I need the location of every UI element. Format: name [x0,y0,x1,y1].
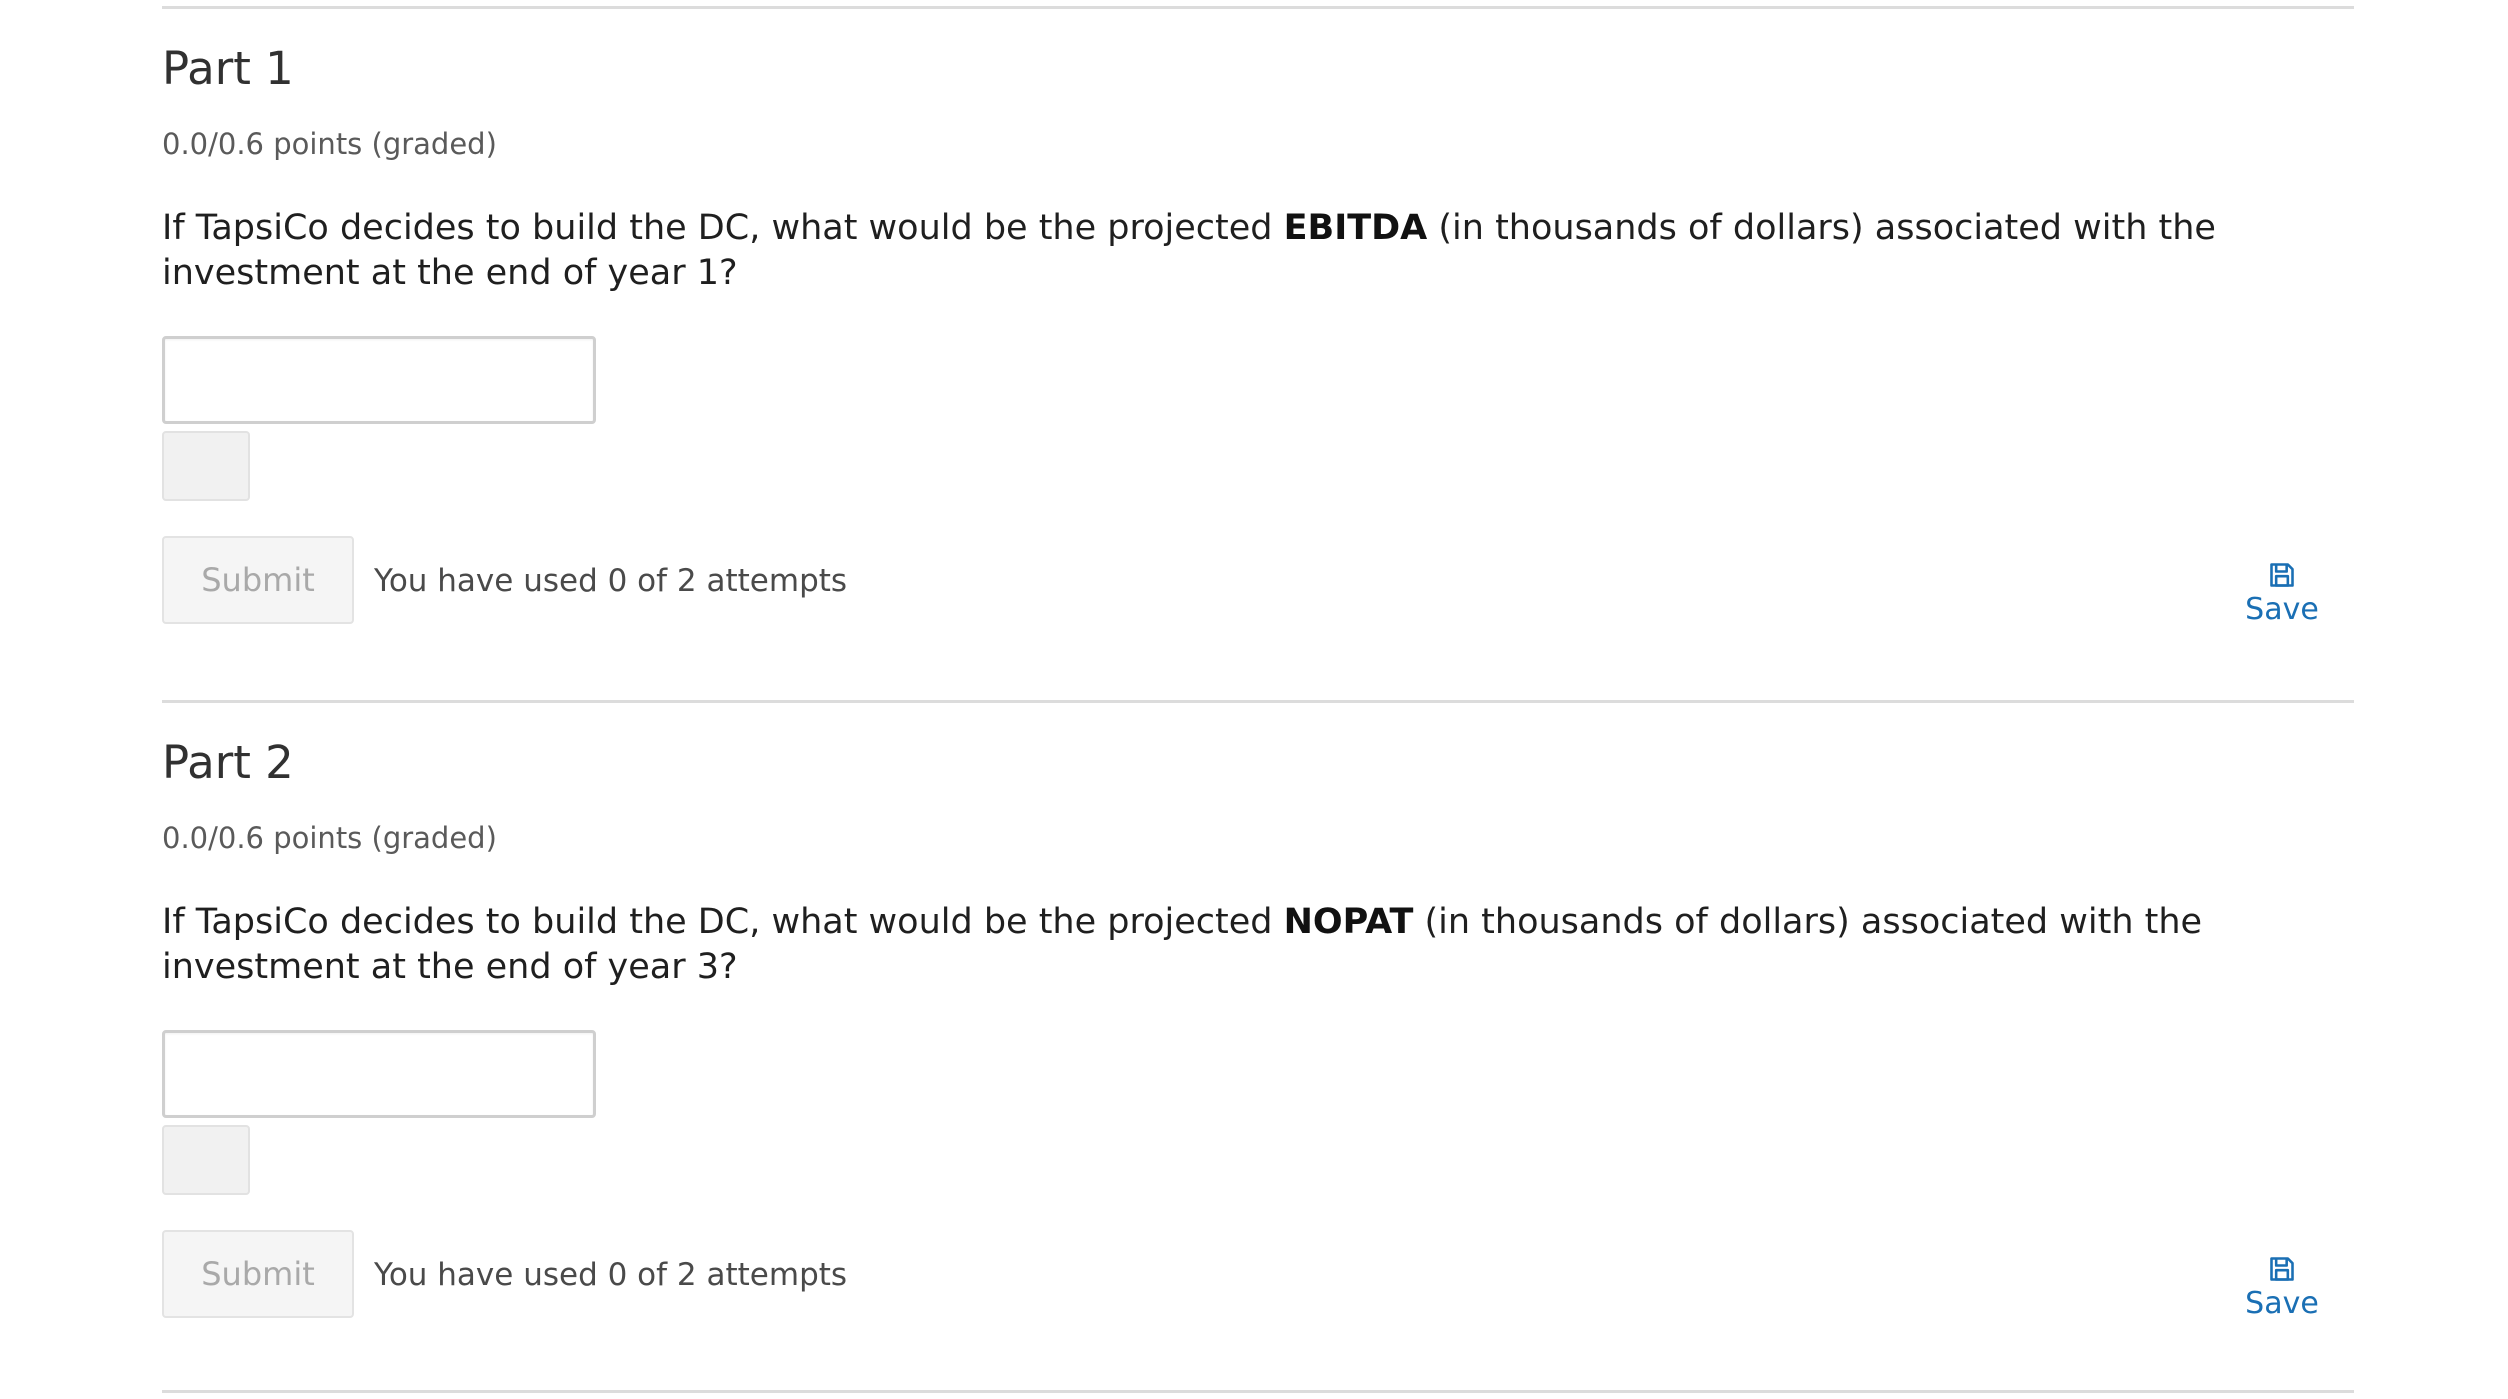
part-title: Part 2 [162,736,294,789]
question-text-start: If TapsiCo decides to build the DC, what… [162,208,1284,248]
points-status: 0.0/0.6 points (graded) [162,821,497,855]
problem-part-1: Part 1 0.0/0.6 points (graded) If TapsiC… [162,46,2354,646]
answer-input[interactable] [162,1030,596,1118]
bottom-divider [162,1390,2354,1393]
save-label: Save [2245,592,2319,627]
top-divider [162,6,2354,9]
answer-status-indicator [162,431,250,501]
question-text: If TapsiCo decides to build the DC, what… [162,900,2322,990]
save-button[interactable]: Save [2232,1255,2332,1319]
question-text-start: If TapsiCo decides to build the DC, what… [162,902,1284,942]
submit-button[interactable]: Submit [162,1230,354,1318]
part-title: Part 1 [162,42,294,95]
attempts-counter: You have used 0 of 2 attempts [374,563,848,599]
question-text: If TapsiCo decides to build the DC, what… [162,206,2322,296]
save-button[interactable]: Save [2232,561,2332,625]
save-label: Save [2245,1286,2319,1321]
submit-button[interactable]: Submit [162,536,354,624]
points-status: 0.0/0.6 points (graded) [162,127,497,161]
floppy-disk-icon [2270,1257,2294,1281]
floppy-disk-icon [2270,563,2294,587]
question-keyword: EBITDA [1283,208,1428,248]
attempts-counter: You have used 0 of 2 attempts [374,1257,848,1293]
question-keyword: NOPAT [1283,902,1414,942]
answer-input[interactable] [162,336,596,424]
section-divider [162,700,2354,703]
problem-part-2: Part 2 0.0/0.6 points (graded) If TapsiC… [162,740,2354,1340]
answer-status-indicator [162,1125,250,1195]
